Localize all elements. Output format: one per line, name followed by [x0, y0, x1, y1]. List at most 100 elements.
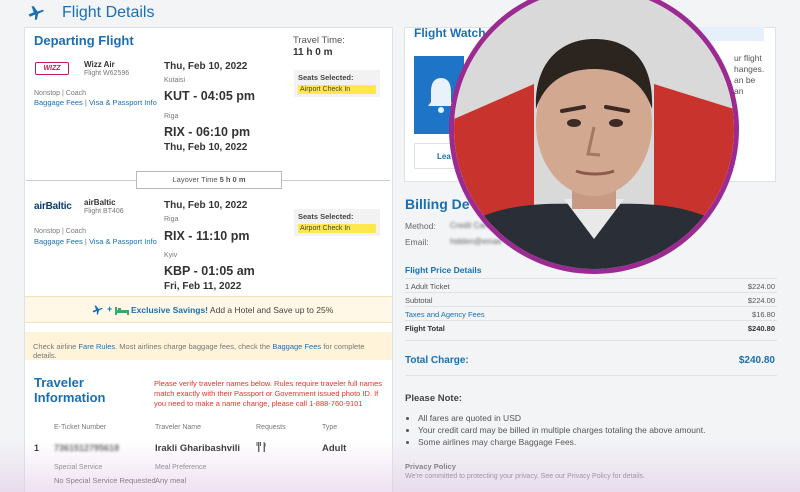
price-row-label: Subtotal — [405, 296, 433, 305]
col-eticket: E-Ticket Number — [54, 424, 107, 431]
seats-selected-box: Seats Selected: Airport Check In — [294, 209, 380, 236]
travel-time-label: Travel Time: — [293, 35, 345, 46]
airplane-icon — [28, 6, 44, 20]
flight-total-label: Flight Total — [405, 324, 445, 333]
flight-watch-text-line: an be — [734, 75, 756, 85]
profile-photo — [454, 0, 734, 269]
price-row-value: $16.80 — [752, 310, 775, 319]
billing-method-label: Method: — [405, 221, 436, 231]
note-item: Your credit card may be billed in multip… — [418, 424, 705, 436]
arrival-code-time: KBP - 01:05 am — [164, 264, 255, 278]
baggage-fees-link[interactable]: Baggage Fees — [34, 98, 83, 107]
savings-title: Exclusive Savings! — [131, 305, 209, 315]
bed-icon — [115, 307, 129, 315]
seats-selected-box: Seats Selected: Airport Check In — [294, 70, 380, 97]
arrival-city: Riga — [164, 113, 179, 120]
departure-city: Riga — [164, 216, 179, 223]
visa-passport-link[interactable]: Visa & Passport Info — [89, 237, 157, 246]
billing-email-value: hidden@email — [450, 237, 502, 246]
price-row-divider — [405, 292, 777, 293]
name-verification-warning: Please verify traveler names below. Rule… — [154, 379, 383, 408]
seats-selected-value: Airport Check In — [298, 85, 376, 94]
baggage-fees-link[interactable]: Baggage Fees — [34, 237, 83, 246]
fare-rules-link[interactable]: Fare Rules — [78, 342, 115, 351]
departure-code-time: KUT - 04:05 pm — [164, 89, 255, 103]
seats-selected-label: Seats Selected: — [298, 212, 354, 221]
baggage-note: Check airline Fare Rules. Most airlines … — [25, 332, 392, 360]
wizz-air-logo: WIZZ — [35, 62, 69, 75]
flight-watch-text-line: ur flight — [734, 53, 762, 63]
price-row-label: 1 Adult Ticket — [405, 282, 450, 291]
col-requests: Requests — [256, 424, 286, 431]
total-divider — [405, 375, 777, 376]
segment-links: Baggage Fees | Visa & Passport Info — [34, 237, 157, 246]
traveler-heading: Traveler Information — [34, 375, 106, 405]
arrival-code-time: RIX - 06:10 pm — [164, 125, 251, 139]
price-row-divider — [405, 320, 777, 321]
privacy-policy-heading: Privacy Policy — [405, 462, 456, 471]
traveler-index: 1 — [34, 443, 40, 453]
flight-watch-text: ur flight hanges. an be an — [734, 53, 764, 97]
traveler-name: Irakli Gharibashvili — [155, 443, 241, 454]
billing-email-label: Email: — [405, 237, 429, 247]
price-row-value: $224.00 — [747, 296, 775, 305]
meal-preference-label: Meal Preference — [155, 464, 207, 471]
note-list: All fares are quoted in USD Your credit … — [418, 412, 705, 448]
eticket-number: 7361512795618 — [54, 443, 120, 453]
flight-watch-text-line: an — [734, 86, 744, 96]
airline-name: Wizz Air — [84, 60, 115, 69]
airline-name: airBaltic — [84, 198, 116, 207]
traveler-heading-line1: Traveler — [34, 375, 84, 390]
visa-passport-link[interactable]: Visa & Passport Info — [89, 98, 157, 107]
privacy-policy-text: We're committed to protecting your priva… — [405, 473, 645, 480]
airplane-icon — [92, 305, 103, 315]
price-row-value: $224.00 — [747, 282, 775, 291]
savings-banner[interactable]: + Exclusive Savings! Add a Hotel and Sav… — [25, 296, 392, 323]
baggage-note-pre: Check airline — [33, 342, 77, 351]
departure-date: Thu, Feb 10, 2022 — [164, 61, 248, 72]
price-details-heading: Flight Price Details — [405, 265, 482, 275]
departure-code-time: RIX - 11:10 pm — [164, 229, 250, 243]
special-service-value: No Special Service Requested — [54, 476, 156, 485]
price-row-divider — [405, 278, 777, 279]
flight-number: Flight BT406 — [84, 208, 124, 215]
seats-selected-value: Airport Check In — [298, 224, 376, 233]
col-type: Type — [322, 424, 338, 431]
page-title: Flight Details — [62, 4, 155, 21]
traveler-heading-line2: Information — [34, 390, 106, 405]
flight-total-value: $240.80 — [747, 324, 775, 333]
flight-watch-text-line: hanges. — [734, 64, 765, 74]
col-traveler-name: Traveler Name — [155, 424, 202, 431]
flight-watch-strip — [700, 27, 764, 41]
please-note-heading: Please Note: — [405, 393, 463, 404]
note-item: Some airlines may charge Baggage Fees. — [418, 436, 705, 448]
layover-label: Layover Time — [172, 175, 218, 184]
traveler-type: Adult — [322, 443, 347, 454]
departing-flight-heading: Departing Flight — [34, 33, 134, 48]
baggage-fees-link[interactable]: Baggage Fees — [272, 342, 321, 351]
arrival-date: Thu, Feb 10, 2022 — [164, 142, 248, 153]
baggage-note-mid: . Most airlines charge baggage fees, che… — [115, 342, 271, 351]
taxes-fees-link[interactable]: Taxes and Agency Fees — [405, 310, 485, 319]
departure-city: Kutaisi — [164, 77, 186, 84]
meal-request-icon — [256, 442, 266, 452]
segment-links: Baggage Fees | Visa & Passport Info — [34, 98, 157, 107]
layover-time: 5 h 0 m — [219, 175, 246, 184]
layover-badge: Layover Time 5 h 0 m — [136, 171, 282, 189]
flight-class: Nonstop | Coach — [34, 90, 87, 97]
travel-time-value: 11 h 0 m — [293, 47, 333, 58]
note-item: All fares are quoted in USD — [418, 412, 705, 424]
departure-date: Thu, Feb 10, 2022 — [164, 200, 248, 211]
total-charge-label: Total Charge: — [405, 355, 469, 366]
plus-icon: + — [107, 304, 113, 314]
flight-class: Nonstop | Coach — [34, 228, 87, 235]
arrival-city: Kyiv — [164, 252, 178, 259]
meal-preference-value: Any meal — [155, 476, 187, 485]
seats-selected-label: Seats Selected: — [298, 73, 354, 82]
flight-watch-heading: Flight Watch — [414, 26, 486, 40]
airbaltic-logo: airBaltic — [34, 201, 72, 212]
price-row-divider — [405, 340, 777, 341]
total-charge-value: $240.80 — [738, 355, 775, 366]
person-portrait-icon — [454, 0, 734, 269]
special-service-label: Special Service — [54, 464, 103, 471]
